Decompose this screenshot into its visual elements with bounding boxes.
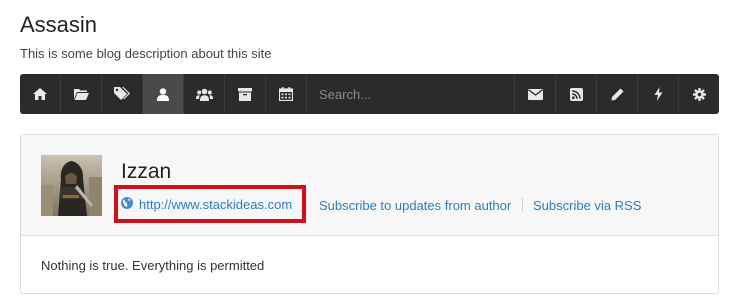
bolt-icon[interactable] <box>637 74 678 114</box>
folder-icon[interactable] <box>61 74 102 114</box>
envelope-icon[interactable] <box>514 74 555 114</box>
home-icon[interactable] <box>20 74 61 114</box>
calendar-icon[interactable] <box>266 74 307 114</box>
users-icon[interactable] <box>184 74 225 114</box>
author-header: Izzan http://www.stackideas.com Subscrib… <box>21 135 718 236</box>
user-icon[interactable] <box>143 74 184 114</box>
globe-icon <box>121 197 133 212</box>
author-bio: Nothing is true. Everything is permitted <box>41 258 265 273</box>
tags-icon[interactable] <box>102 74 143 114</box>
blog-toolbar <box>20 74 719 114</box>
toolbar-right-group <box>514 74 719 114</box>
blog-title[interactable]: Assasin <box>20 12 97 38</box>
gear-icon[interactable] <box>678 74 719 114</box>
author-website-text: http://www.stackideas.com <box>139 197 293 212</box>
archive-icon[interactable] <box>225 74 266 114</box>
author-card: Izzan http://www.stackideas.com Subscrib… <box>20 134 719 294</box>
pencil-icon[interactable] <box>596 74 637 114</box>
rss-icon[interactable] <box>555 74 596 114</box>
author-website-link[interactable]: http://www.stackideas.com <box>121 197 292 212</box>
subscribe-author-link[interactable]: Subscribe to updates from author <box>319 198 511 213</box>
link-divider <box>522 198 523 212</box>
author-name[interactable]: Izzan <box>121 160 171 184</box>
blog-description: This is some blog description about this… <box>20 46 272 61</box>
search-input[interactable] <box>319 86 514 102</box>
avatar[interactable] <box>41 155 102 216</box>
subscribe-rss-link[interactable]: Subscribe via RSS <box>533 198 641 213</box>
search-box <box>307 74 514 114</box>
